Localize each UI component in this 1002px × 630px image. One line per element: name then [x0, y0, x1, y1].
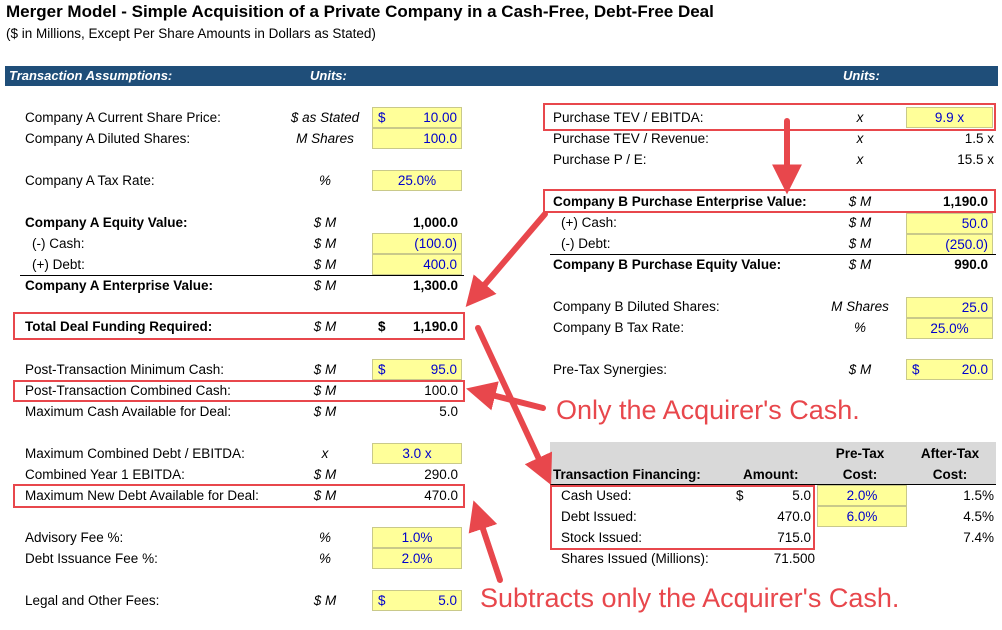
arrow-callout-to-debt [468, 500, 503, 583]
arrow-ev-to-funding [465, 211, 548, 307]
annotation-arrows [465, 118, 802, 583]
